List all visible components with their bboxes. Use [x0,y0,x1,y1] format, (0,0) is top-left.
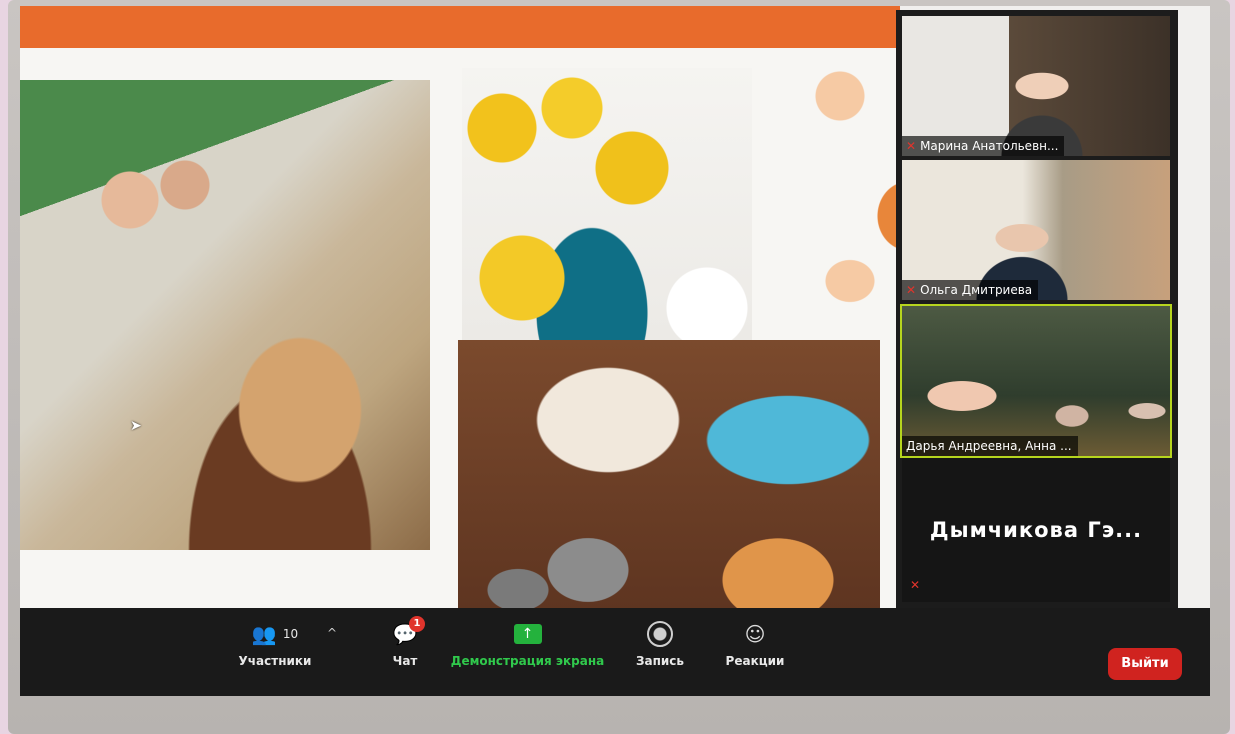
video-tile[interactable]: ✕ Ольга Дмитриева [902,160,1170,300]
meeting-toolbar: 👥 10 Участники ^ 💬 1 Чат ↑ Демонстрация эк… [20,608,1210,696]
video-tile-active-speaker[interactable]: Дарья Андреевна, Анна ... [900,304,1172,458]
photo-daffodils-vase [462,68,752,340]
chevron-up-icon[interactable]: ^ [327,626,337,640]
mic-muted-icon: ✕ [910,578,921,592]
participant-name: Ольга Дмитриева [920,283,1033,297]
participant-name: Марина Анатольевн... [920,139,1059,153]
participant-name-label: ✕ Марина Анатольевн... [902,136,1065,156]
chat-label: Чат [392,654,418,668]
reactions-button[interactable]: ☺ Реакции [715,618,795,668]
record-button[interactable]: Запись [625,618,695,668]
participant-name: Дымчикова Гэ... [929,518,1143,542]
unread-badge: 1 [409,616,425,632]
participants-label: Участники [238,654,312,668]
hand-illustration-icon [810,66,870,121]
reactions-label: Реакции [725,654,785,668]
people-icon: 👥 10 [251,622,299,646]
participants-video-panel: ✕ Марина Анатольевн... ✕ Ольга Дмитриева… [896,10,1178,608]
photo-autumn-leaves-crafts [458,340,880,620]
mouse-cursor-icon: ➤ [130,418,142,434]
chat-button[interactable]: 💬 1 Чат [375,616,435,668]
slide-header-band [20,6,900,48]
chat-bubble-icon: 💬 1 [375,616,435,650]
share-arrow-icon: ↑ [513,624,542,644]
participant-name-label: ✕ Ольга Дмитриева [902,280,1039,300]
share-screen-label: Демонстрация экрана [450,654,605,668]
record-icon [647,621,673,647]
participants-button[interactable]: 👥 10 Участники [225,618,325,668]
zoom-window: ➤ ✕ Марина Анатольевн... ✕ Ольга Дмитрие… [20,6,1210,696]
record-label: Запись [635,654,685,668]
mic-muted-icon: ✕ [906,139,917,153]
participant-name-label: Дарья Андреевна, Анна ... [902,436,1078,456]
mic-muted-icon: ✕ [906,283,917,297]
photo-children-painting [20,80,430,550]
video-tile[interactable]: ✕ Марина Анатольевн... [902,16,1170,156]
leave-meeting-button[interactable]: Выйти [1108,648,1182,680]
participant-name: Дарья Андреевна, Анна ... [906,439,1072,453]
share-screen-button[interactable]: ↑ Демонстрация экрана [445,618,610,668]
emoji-plus-icon: ☺ [744,622,766,646]
participant-count: 10 [282,627,299,641]
audio-only-tile[interactable]: Дымчикова Гэ... ✕ [902,458,1170,602]
laptop-bezel: ➤ ✕ Марина Анатольевн... ✕ Ольга Дмитрие… [8,0,1230,734]
